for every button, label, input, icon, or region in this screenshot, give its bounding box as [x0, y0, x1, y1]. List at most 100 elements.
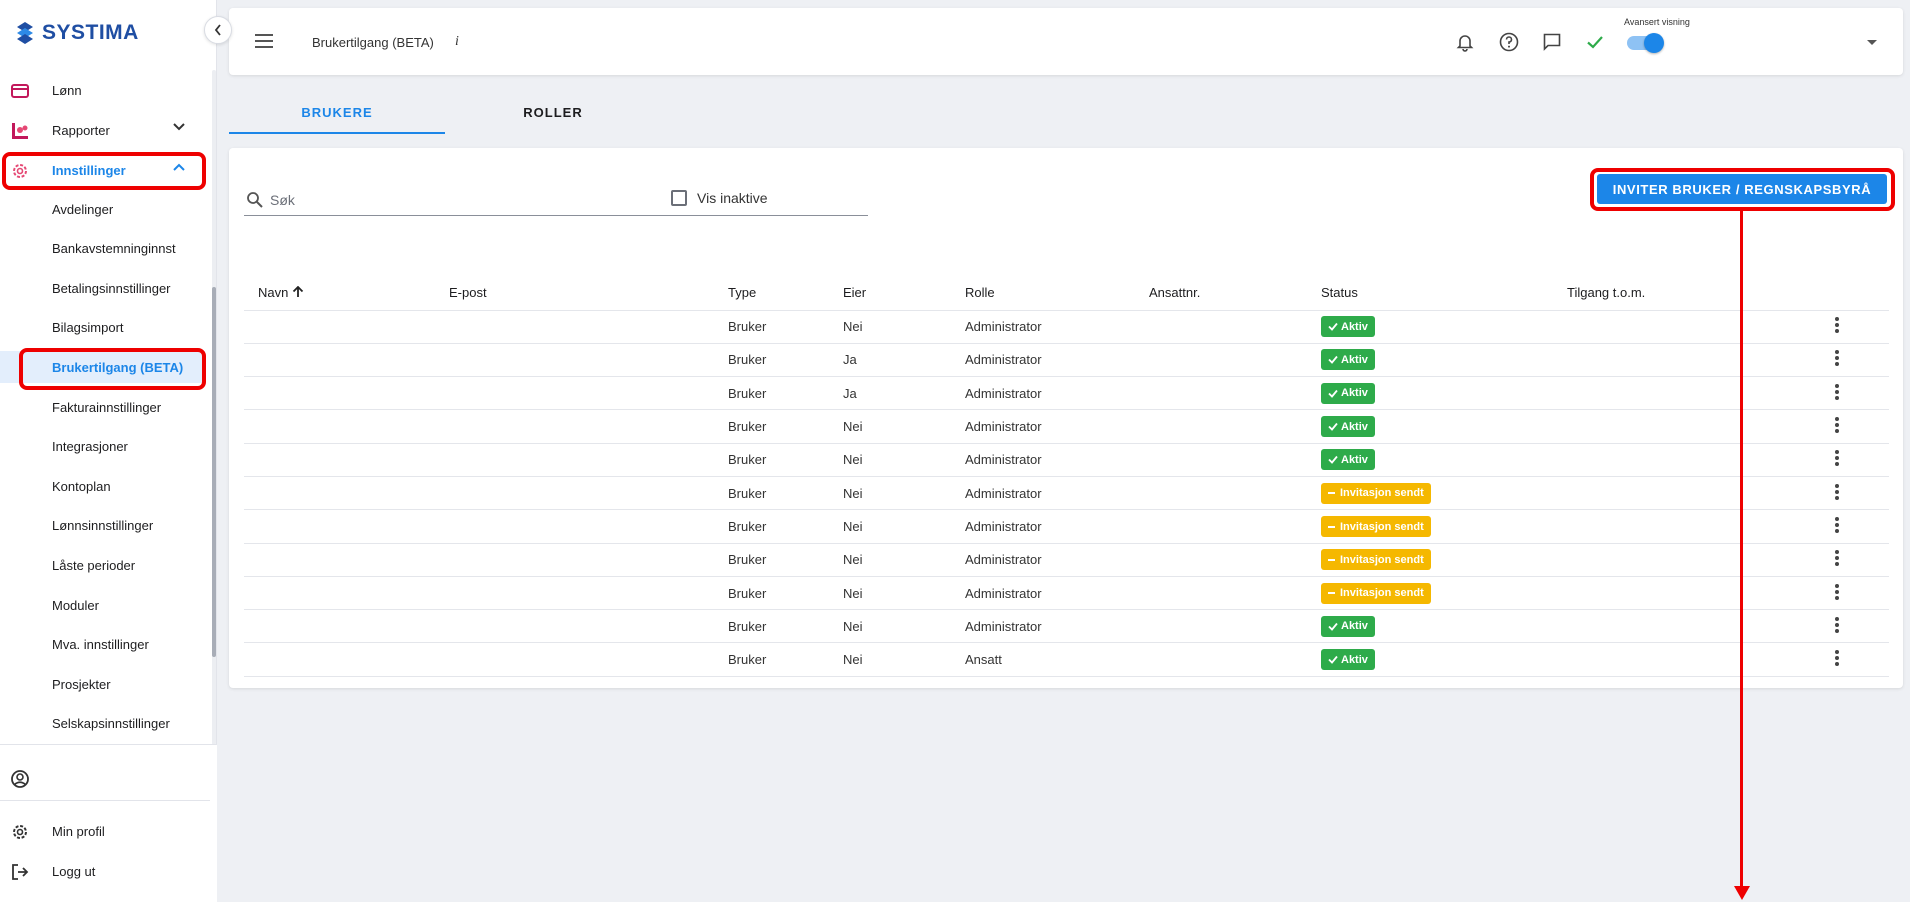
cell-actions	[1827, 609, 1889, 644]
table-row[interactable]: Bruker Nei Administrator Aktiv	[244, 609, 1889, 644]
cell-actions	[1827, 343, 1889, 378]
dash-icon	[1328, 592, 1335, 595]
show-inactive-checkbox[interactable]	[671, 190, 687, 206]
sidebar-subitem[interactable]: Lønnsinnstillinger	[0, 509, 205, 541]
table-row[interactable]: Bruker Nei Administrator Invitasjon sendt	[244, 509, 1889, 544]
status-badge: Aktiv	[1321, 615, 1375, 637]
account-circle-icon[interactable]	[10, 769, 30, 794]
caret-down-icon[interactable]	[1867, 40, 1877, 45]
logout-icon	[10, 862, 30, 882]
sidebar-subitem[interactable]: Bilagsimport	[0, 311, 205, 343]
cell-type: Bruker	[728, 543, 843, 577]
tab-brukere[interactable]: BRUKERE	[229, 100, 445, 134]
column-header-rolle[interactable]: Rolle	[965, 276, 1149, 311]
help-icon[interactable]	[1499, 32, 1519, 52]
cell-rolle: Administrator	[965, 576, 1149, 611]
cell-eier: Nei	[843, 576, 965, 611]
more-vert-icon[interactable]	[1827, 348, 1847, 368]
cell-navn	[244, 310, 449, 344]
users-table: Navn E-post Type Eier Rolle Ansattnr. St…	[244, 276, 1889, 677]
cell-eier: Nei	[843, 409, 965, 444]
check-icon[interactable]	[1585, 32, 1605, 52]
column-header-status[interactable]: Status	[1321, 276, 1567, 311]
table-row[interactable]: Bruker Nei Administrator Aktiv	[244, 310, 1889, 344]
cell-rolle: Administrator	[965, 609, 1149, 644]
menu-icon[interactable]	[255, 34, 273, 52]
status-text: Aktiv	[1341, 353, 1368, 366]
column-header-type[interactable]: Type	[728, 276, 843, 311]
more-vert-icon[interactable]	[1827, 448, 1847, 468]
more-vert-icon[interactable]	[1827, 515, 1847, 535]
sidebar-subitem[interactable]: Bankavstemninginnst	[0, 232, 205, 264]
invite-user-button[interactable]: INVITER BRUKER / REGNSKAPSBYRÅ	[1597, 174, 1887, 204]
sidebar-subitem[interactable]: Prosjekter	[0, 668, 205, 700]
sidebar-subitem-active[interactable]: Brukertilgang (BETA)	[0, 351, 205, 383]
advanced-view-toggle[interactable]	[1627, 33, 1664, 53]
more-vert-icon[interactable]	[1827, 548, 1847, 568]
column-header-eier[interactable]: Eier	[843, 276, 965, 311]
sidebar-item-lonn[interactable]: Lønn	[0, 73, 205, 107]
toggle-knob	[1644, 33, 1664, 53]
cell-status: Invitasjon sendt	[1321, 576, 1567, 611]
sidebar-item-label: Min profil	[52, 823, 105, 839]
cell-ansattnr	[1149, 310, 1321, 344]
table-row[interactable]: Bruker Ja Administrator Aktiv	[244, 376, 1889, 411]
sidebar-subitem-label: Integrasjoner	[52, 439, 128, 454]
more-vert-icon[interactable]	[1827, 315, 1847, 335]
bell-icon[interactable]	[1455, 32, 1475, 52]
column-header-epost[interactable]: E-post	[449, 276, 728, 311]
sidebar-item-rapporter[interactable]: Rapporter	[0, 113, 205, 147]
status-text: Aktiv	[1341, 387, 1368, 400]
sidebar-subitem[interactable]: Selskapsinnstillinger	[0, 707, 205, 739]
annotation-arrow	[1740, 210, 1743, 890]
more-vert-icon[interactable]	[1827, 648, 1847, 668]
search-field[interactable]	[244, 186, 868, 216]
gear-icon	[10, 161, 30, 181]
more-vert-icon[interactable]	[1827, 482, 1847, 502]
column-header-tilgang[interactable]: Tilgang t.o.m.	[1567, 276, 1827, 311]
table-row[interactable]: Bruker Nei Administrator Invitasjon sendt	[244, 543, 1889, 577]
sidebar-subitem-label: Fakturainnstillinger	[52, 400, 162, 415]
sidebar-scrollbar-thumb[interactable]	[212, 287, 216, 657]
status-badge: Aktiv	[1321, 382, 1375, 404]
cell-tilgang	[1567, 343, 1827, 378]
info-icon[interactable]: i	[455, 34, 459, 50]
column-header-ansattnr[interactable]: Ansattnr.	[1149, 276, 1321, 311]
sidebar-subitem[interactable]: Mva. innstillinger	[0, 628, 205, 660]
sidebar-subitem[interactable]: Avdelinger	[0, 193, 205, 225]
cell-type: Bruker	[728, 310, 843, 344]
sidebar-item-logg-ut[interactable]: Logg ut	[0, 854, 205, 888]
cell-actions	[1827, 543, 1889, 577]
cell-navn	[244, 642, 449, 677]
tab-roller[interactable]: ROLLER	[445, 100, 661, 134]
cell-status: Aktiv	[1321, 376, 1567, 411]
cell-eier: Nei	[843, 476, 965, 511]
table-row[interactable]: Bruker Ja Administrator Aktiv	[244, 343, 1889, 378]
status-text: Invitasjon sendt	[1340, 587, 1424, 600]
sidebar-subitem[interactable]: Låste perioder	[0, 549, 205, 581]
table-row[interactable]: Bruker Nei Administrator Invitasjon sendt	[244, 476, 1889, 511]
sidebar-subitem[interactable]: Integrasjoner	[0, 430, 205, 462]
table-row[interactable]: Bruker Nei Administrator Aktiv	[244, 409, 1889, 444]
more-vert-icon[interactable]	[1827, 382, 1847, 402]
cell-epost	[449, 409, 728, 444]
cell-status: Invitasjon sendt	[1321, 509, 1567, 544]
chat-icon[interactable]	[1542, 32, 1562, 52]
more-vert-icon[interactable]	[1827, 615, 1847, 635]
table-row[interactable]: Bruker Nei Ansatt Aktiv	[244, 642, 1889, 677]
sidebar-subitem[interactable]: Betalingsinnstillinger	[0, 272, 205, 304]
table-row[interactable]: Bruker Nei Administrator Aktiv	[244, 443, 1889, 477]
sidebar-subitem[interactable]: Kontoplan	[0, 470, 205, 502]
more-vert-icon[interactable]	[1827, 582, 1847, 602]
cell-navn	[244, 509, 449, 544]
sidebar-item-innstillinger[interactable]: Innstillinger	[0, 153, 205, 187]
table-row[interactable]: Bruker Nei Administrator Invitasjon sendt	[244, 576, 1889, 611]
sidebar-item-min-profil[interactable]: Min profil	[0, 814, 205, 848]
more-vert-icon[interactable]	[1827, 415, 1847, 435]
sidebar-subitem[interactable]: Fakturainnstillinger	[0, 391, 205, 423]
collapse-sidebar-button[interactable]	[204, 16, 232, 44]
sidebar-subitem-label: Lønnsinnstillinger	[52, 518, 154, 533]
sidebar-subitem[interactable]: Moduler	[0, 589, 205, 621]
logo[interactable]: SYSTIMA	[14, 20, 139, 46]
column-header-navn[interactable]: Navn	[244, 276, 449, 311]
